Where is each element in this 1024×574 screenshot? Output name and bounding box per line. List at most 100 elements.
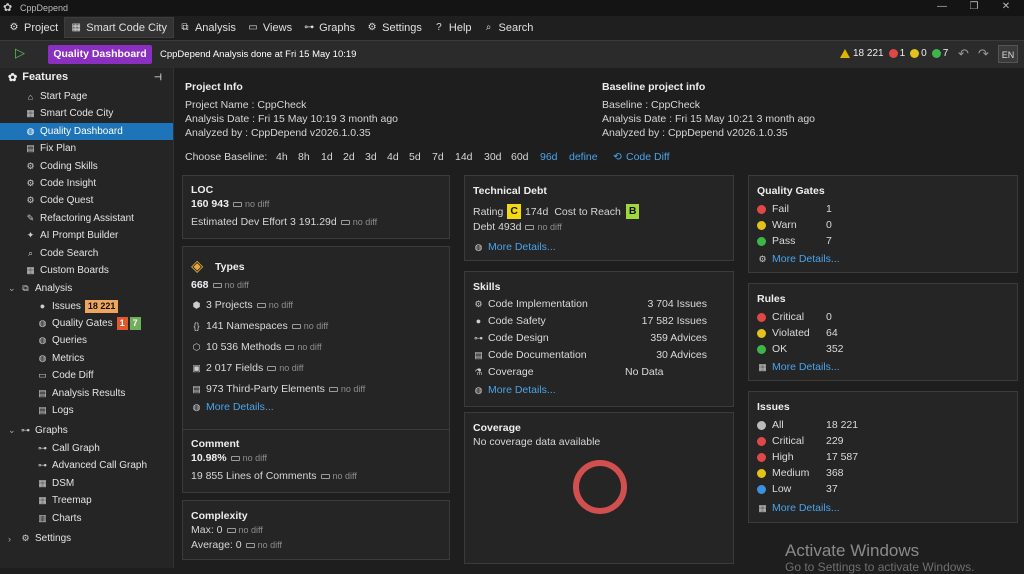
skill-label: Code Safety: [488, 315, 546, 327]
minimize-button[interactable]: —: [926, 0, 958, 16]
sidebar-item-label: Logs: [52, 404, 74, 416]
pin-icon[interactable]: ⊣: [154, 72, 162, 83]
sidebar-item-code-quest[interactable]: ⚙ Code Quest: [0, 192, 173, 209]
loc-value: 160 943: [191, 198, 229, 210]
issues-row-medium[interactable]: Medium 368: [757, 467, 1011, 479]
language-button[interactable]: EN: [998, 45, 1018, 63]
sidebar-item-quality-dashboard[interactable]: ◍ Quality Dashboard: [0, 122, 173, 140]
sidebar-item-dsm[interactable]: ▦ DSM: [0, 475, 173, 492]
quality-gates-row-warn[interactable]: Warn 0: [757, 219, 1011, 231]
sidebar-item-label: Charts: [52, 512, 82, 524]
sidebar-item-fix-plan[interactable]: ▤ Fix Plan: [0, 140, 173, 157]
issues-count-badge: 18 221: [84, 299, 119, 313]
rules-row-critical[interactable]: Critical 0: [757, 311, 1011, 323]
no-diff: no diff: [226, 525, 263, 535]
menu-graphs[interactable]: ⊶ Graphs: [298, 17, 361, 38]
no-diff: no diff: [230, 453, 267, 463]
sidebar-group-settings[interactable]: › ⚙ Settings: [0, 530, 173, 547]
sidebar-item-refactoring-assistant[interactable]: ✎ Refactoring Assistant: [0, 210, 173, 227]
skills-row-code-design: ⊶ Code Design 359 Advices: [473, 332, 727, 344]
tech-debt-more-details-link[interactable]: ◍ More Details...: [473, 241, 556, 253]
code-diff-link[interactable]: Code Diff: [626, 151, 670, 163]
rules-row-violated[interactable]: Violated 64: [757, 327, 1011, 339]
quality-dashboard-button[interactable]: Quality Dashboard: [48, 45, 152, 64]
baseline-option-7d[interactable]: 7d: [432, 151, 444, 163]
baseline-option-14d[interactable]: 14d: [455, 151, 473, 163]
sidebar-item-issues[interactable]: ● Issues 18 221: [0, 298, 173, 315]
sidebar-item-code-insight[interactable]: ⚙ Code Insight: [0, 175, 173, 192]
baseline-option-30d[interactable]: 30d: [484, 151, 502, 163]
sidebar-item-label: Start Page: [40, 91, 88, 102]
baseline-option-2d[interactable]: 2d: [343, 151, 355, 163]
sidebar-group-graphs[interactable]: ⌄ ⊶ Graphs: [0, 422, 173, 439]
skills-more-details-link[interactable]: ◍ More Details...: [473, 384, 556, 396]
adv-call-graph-icon: ⊶: [38, 460, 47, 471]
sidebar-item-ai-prompt-builder[interactable]: ✦ AI Prompt Builder: [0, 227, 173, 244]
sidebar-item-logs[interactable]: ▤ Logs: [0, 402, 173, 419]
types-more-details-link[interactable]: ◍ More Details...: [191, 401, 274, 413]
baseline-option-4d[interactable]: 4d: [387, 151, 399, 163]
sidebar-item-charts[interactable]: ▥ Charts: [0, 510, 173, 527]
no-diff-label: no diff: [268, 300, 294, 310]
menu-analysis[interactable]: ⧉ Analysis: [174, 17, 242, 38]
menu-project[interactable]: ⚙ Project: [3, 17, 64, 38]
rules-more-details-link[interactable]: ▦ More Details...: [757, 361, 839, 373]
baseline-option-define[interactable]: define: [569, 151, 598, 163]
menu-help[interactable]: ? Help: [428, 17, 478, 38]
dsm-icon: ▦: [38, 477, 47, 488]
no-diff: no diff: [267, 363, 304, 373]
sidebar-group-analysis[interactable]: ⌄ ⧉ Analysis: [0, 280, 173, 297]
menu-smart-code-city[interactable]: ▦ Smart Code City: [64, 17, 174, 38]
quality-gates-more-details-link[interactable]: ⚙ More Details...: [757, 253, 839, 265]
status-counts[interactable]: 18 221 1 0 7: [840, 48, 948, 59]
forward-icon[interactable]: ↷: [978, 46, 989, 62]
sidebar-item-metrics[interactable]: ◍ Metrics: [0, 350, 173, 367]
back-icon[interactable]: ↶: [958, 46, 969, 62]
menu-views[interactable]: ▭ Views: [242, 17, 298, 38]
sidebar-item-analysis-results[interactable]: ▤ Analysis Results: [0, 385, 173, 402]
baseline-option-96d[interactable]: 96d: [540, 151, 558, 163]
search-icon: ⌕: [27, 247, 34, 258]
issues-row-all[interactable]: All 18 221: [757, 419, 1011, 431]
baseline-option-8h[interactable]: 8h: [298, 151, 310, 163]
status-label: OK: [772, 343, 788, 355]
maximize-button[interactable]: ❐: [958, 0, 990, 16]
no-diff: no diff: [340, 217, 377, 227]
rules-row-ok[interactable]: OK 352: [757, 343, 1011, 355]
issues-row-high[interactable]: High 17 587: [757, 451, 1011, 463]
charts-icon: ▥: [38, 512, 47, 523]
warning-icon: [840, 49, 850, 58]
sidebar-item-code-diff[interactable]: ▭ Code Diff: [0, 367, 173, 384]
no-diff: no diff: [328, 384, 365, 394]
sidebar-item-treemap[interactable]: ▦ Treemap: [0, 492, 173, 509]
quality-gates-row-pass[interactable]: Pass 7: [757, 235, 1011, 247]
sidebar-item-advanced-call-graph[interactable]: ⊶ Advanced Call Graph: [0, 457, 173, 474]
coverage-icon: ⚗: [474, 366, 483, 377]
complexity-card: Complexity Max: 0 no diff Average: 0 no di…: [182, 500, 450, 560]
sidebar-item-coding-skills[interactable]: ⚙ Coding Skills: [0, 158, 173, 175]
issues-row-critical[interactable]: Critical 229: [757, 435, 1011, 447]
no-diff-label: no diff: [257, 540, 282, 550]
baseline-option-60d[interactable]: 60d: [511, 151, 529, 163]
close-button[interactable]: ✕: [990, 0, 1022, 16]
sidebar-item-call-graph[interactable]: ⊶ Call Graph: [0, 440, 173, 457]
choose-baseline-label: Choose Baseline:: [185, 151, 268, 163]
menu-settings[interactable]: ⚙ Settings: [361, 17, 428, 38]
sidebar-item-quality-gates[interactable]: ◍ Quality Gates 1 7: [0, 315, 173, 332]
loc-title: LOC: [191, 184, 214, 196]
quality-gates-row-fail[interactable]: Fail 1: [757, 203, 1011, 215]
sidebar-item-smart-code-city[interactable]: ▦ Smart Code City: [0, 105, 173, 122]
sidebar-item-start-page[interactable]: ⌂ Start Page: [0, 88, 173, 105]
run-analysis-icon[interactable]: ▷: [15, 45, 33, 63]
baseline-option-4h[interactable]: 4h: [276, 151, 288, 163]
sidebar-item-code-search[interactable]: ⌕ Code Search: [0, 245, 173, 262]
baseline-option-3d[interactable]: 3d: [365, 151, 377, 163]
baseline-option-1d[interactable]: 1d: [321, 151, 333, 163]
status-value: 229: [826, 435, 844, 447]
baseline-option-5d[interactable]: 5d: [409, 151, 421, 163]
sidebar-item-custom-boards[interactable]: ▦ Custom Boards: [0, 262, 173, 279]
issues-more-details-link[interactable]: ▦ More Details...: [757, 502, 839, 514]
sidebar-item-queries[interactable]: ◍ Queries: [0, 332, 173, 349]
menu-search[interactable]: ⌕ Search: [478, 17, 540, 38]
issues-row-low[interactable]: Low 37: [757, 483, 1011, 495]
